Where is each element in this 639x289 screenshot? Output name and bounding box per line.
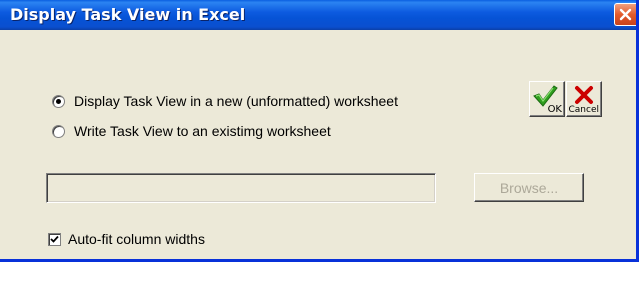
option-new-worksheet[interactable]: Display Task View in a new (unformatted)… <box>52 93 398 109</box>
title-bar[interactable]: Display Task View in Excel <box>0 0 636 30</box>
new-worksheet-radio[interactable] <box>52 94 65 108</box>
autofit-label: Auto-fit column widths <box>68 231 205 247</box>
new-worksheet-label: Display Task View in a new (unformatted)… <box>74 93 398 109</box>
ok-label: OK <box>547 104 562 115</box>
checkmark-icon <box>50 235 59 243</box>
worksheet-path-input[interactable] <box>46 173 436 203</box>
close-button[interactable] <box>614 3 636 26</box>
autofit-option[interactable]: Auto-fit column widths <box>48 231 205 247</box>
close-icon <box>619 8 632 21</box>
ok-button[interactable]: OK <box>529 81 565 117</box>
autofit-checkbox[interactable] <box>48 232 61 246</box>
red-x-icon <box>575 86 593 104</box>
dialog-window: Display Task View in Excel Display Task … <box>0 0 639 262</box>
cancel-label: Cancel <box>568 105 600 115</box>
cancel-button[interactable]: Cancel <box>566 81 602 117</box>
option-existing-worksheet[interactable]: Write Task View to an existimg worksheet <box>52 123 331 139</box>
existing-worksheet-radio[interactable] <box>52 124 65 138</box>
window-title: Display Task View in Excel <box>10 5 246 24</box>
browse-button[interactable]: Browse... <box>474 173 584 202</box>
dialog-body: Display Task View in a new (unformatted)… <box>0 30 636 259</box>
existing-worksheet-label: Write Task View to an existimg worksheet <box>74 123 331 139</box>
